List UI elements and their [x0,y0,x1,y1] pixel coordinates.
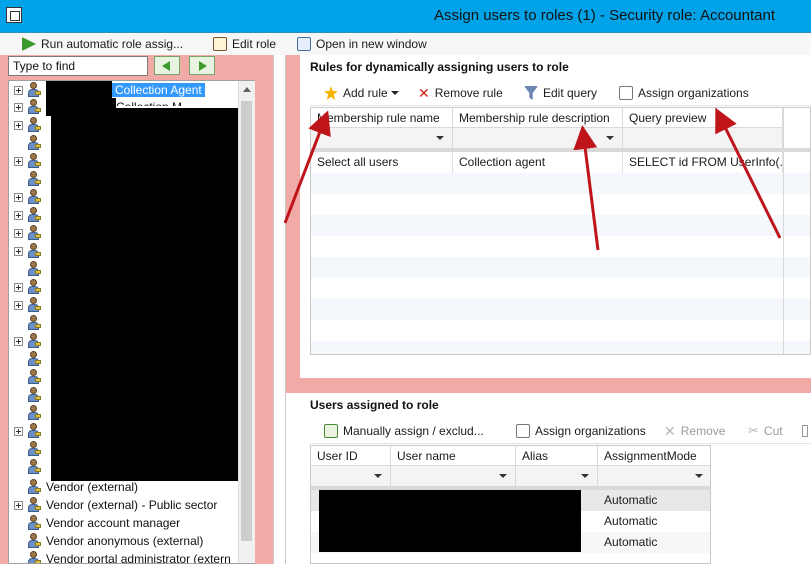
annotation-arrow [715,107,782,239]
annotation-arrow [283,110,331,224]
annotation-arrows [283,107,782,251]
annotation-arrow [573,125,600,251]
